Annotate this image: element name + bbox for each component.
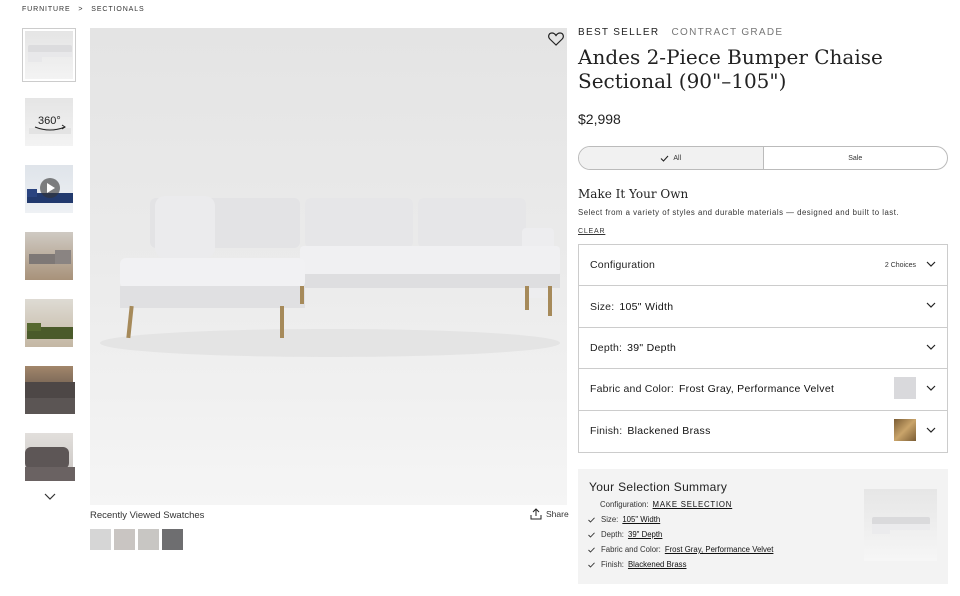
option-label: Fabric and Color: xyxy=(590,383,674,396)
share-label: Share xyxy=(546,509,569,519)
summary-label: Fabric and Color: xyxy=(601,545,661,554)
breadcrumb-sectionals[interactable]: SECTIONALS xyxy=(91,6,144,13)
thumbnail-360[interactable]: 360° xyxy=(22,95,76,149)
checkmark-icon xyxy=(588,561,595,568)
option-fabric-color[interactable]: Fabric and Color: Frost Gray, Performanc… xyxy=(579,369,947,411)
customize-heading: Make It Your Own xyxy=(578,187,689,201)
option-list: Configuration 2 Choices Size: 105" Width… xyxy=(578,244,948,453)
product-hero-image xyxy=(90,28,567,505)
thumbnail-list: 360° xyxy=(22,28,78,497)
favorite-heart-icon[interactable] xyxy=(548,32,564,46)
finish-swatch xyxy=(894,418,916,441)
recent-swatch[interactable] xyxy=(114,529,135,550)
recent-swatch[interactable] xyxy=(138,529,159,550)
summary-fabric: Fabric and Color: Frost Gray, Performanc… xyxy=(588,545,774,554)
summary-heading: Your Selection Summary xyxy=(589,480,728,494)
option-finish[interactable]: Finish: Blackened Brass xyxy=(579,411,947,452)
chevron-down-icon xyxy=(926,302,936,309)
option-value: 105" Width xyxy=(619,300,674,313)
breadcrumb: FURNITURE > SECTIONALS xyxy=(22,6,150,13)
option-label: Finish: xyxy=(590,425,623,438)
share-icon xyxy=(530,508,542,520)
fabric-swatch xyxy=(894,377,916,400)
summary-label: Depth: xyxy=(601,530,624,539)
thumbnail-closeup-dark[interactable] xyxy=(22,363,76,417)
chevron-down-icon xyxy=(926,344,936,350)
option-depth[interactable]: Depth: 39" Depth xyxy=(579,328,947,370)
option-configuration[interactable]: Configuration 2 Choices xyxy=(579,245,947,287)
thumb-360-label: 360° xyxy=(38,115,61,127)
recent-swatch-list xyxy=(90,529,183,550)
thumbnail-closeup-gray[interactable] xyxy=(22,430,76,484)
breadcrumb-furniture[interactable]: FURNITURE xyxy=(22,6,71,13)
option-value: 39" Depth xyxy=(627,341,677,354)
recent-swatch[interactable] xyxy=(90,529,111,550)
summary-product-image xyxy=(864,489,937,561)
option-size[interactable]: Size: 105" Width xyxy=(579,286,947,328)
thumbnail-room-green[interactable] xyxy=(22,296,76,350)
checkmark-icon xyxy=(588,516,595,523)
summary-label: Finish: xyxy=(601,560,624,569)
sofa-thumb-icon xyxy=(28,45,72,62)
summary-value-link[interactable]: Blackened Brass xyxy=(628,560,687,569)
summary-depth: Depth: 39" Depth xyxy=(588,530,662,539)
filter-sale-label: Sale xyxy=(848,154,863,162)
selection-summary: Your Selection Summary Configuration: MA… xyxy=(578,469,948,584)
summary-size: Size: 105" Width xyxy=(588,515,660,524)
checkmark-icon xyxy=(660,155,669,162)
share-button[interactable]: Share xyxy=(530,508,569,520)
chevron-down-icon xyxy=(926,427,936,433)
summary-value-link[interactable]: 105" Width xyxy=(622,515,660,524)
option-label: Depth: xyxy=(590,341,623,354)
recent-swatch[interactable] xyxy=(162,529,183,550)
chevron-down-icon xyxy=(926,385,936,392)
summary-finish: Finish: Blackened Brass xyxy=(588,560,687,569)
summary-configuration: Configuration: MAKE SELECTION xyxy=(600,500,732,509)
chevron-down-icon[interactable] xyxy=(42,490,58,502)
product-price: $2,998 xyxy=(578,111,621,127)
thumbnail-main[interactable] xyxy=(22,28,76,82)
thumbnail-room-gray[interactable] xyxy=(22,229,76,283)
option-value: Frost Gray, Performance Velvet xyxy=(678,383,835,396)
sofa-illustration xyxy=(100,196,560,357)
summary-label: Configuration: xyxy=(600,500,649,509)
checkmark-icon xyxy=(588,531,595,538)
option-label: Configuration xyxy=(590,259,656,272)
clear-button[interactable]: CLEAR xyxy=(578,228,605,235)
checkmark-icon xyxy=(588,546,595,553)
customize-subheading: Select from a variety of styles and dura… xyxy=(578,208,900,217)
chevron-down-icon xyxy=(926,261,936,267)
breadcrumb-separator: > xyxy=(78,6,84,13)
summary-value-link[interactable]: Frost Gray, Performance Velvet xyxy=(665,545,774,554)
filter-all-option[interactable]: All xyxy=(579,147,764,169)
filter-sale-option[interactable]: Sale xyxy=(764,147,948,169)
badges: BEST SELLER CONTRACT GRADE xyxy=(578,27,783,38)
make-selection-link[interactable]: MAKE SELECTION xyxy=(653,500,733,509)
price-filter-toggle: All Sale xyxy=(578,146,948,170)
recently-viewed-label: Recently Viewed Swatches xyxy=(90,510,205,521)
option-label: Size: xyxy=(590,300,615,313)
filter-all-label: All xyxy=(673,154,682,162)
option-value: Blackened Brass xyxy=(627,425,711,438)
option-choices-count: 2 Choices xyxy=(884,261,916,269)
summary-label: Size: xyxy=(601,515,619,524)
badge-best-seller: BEST SELLER xyxy=(578,27,660,38)
rotate-360-icon: 360° xyxy=(29,115,71,134)
badge-contract-grade: CONTRACT GRADE xyxy=(671,27,784,38)
summary-value-link[interactable]: 39" Depth xyxy=(628,530,662,539)
sofa-thumb-icon xyxy=(872,517,930,534)
product-title: Andes 2-Piece Bumper Chaise Sectional (9… xyxy=(578,45,883,93)
thumbnail-video[interactable] xyxy=(22,162,76,216)
